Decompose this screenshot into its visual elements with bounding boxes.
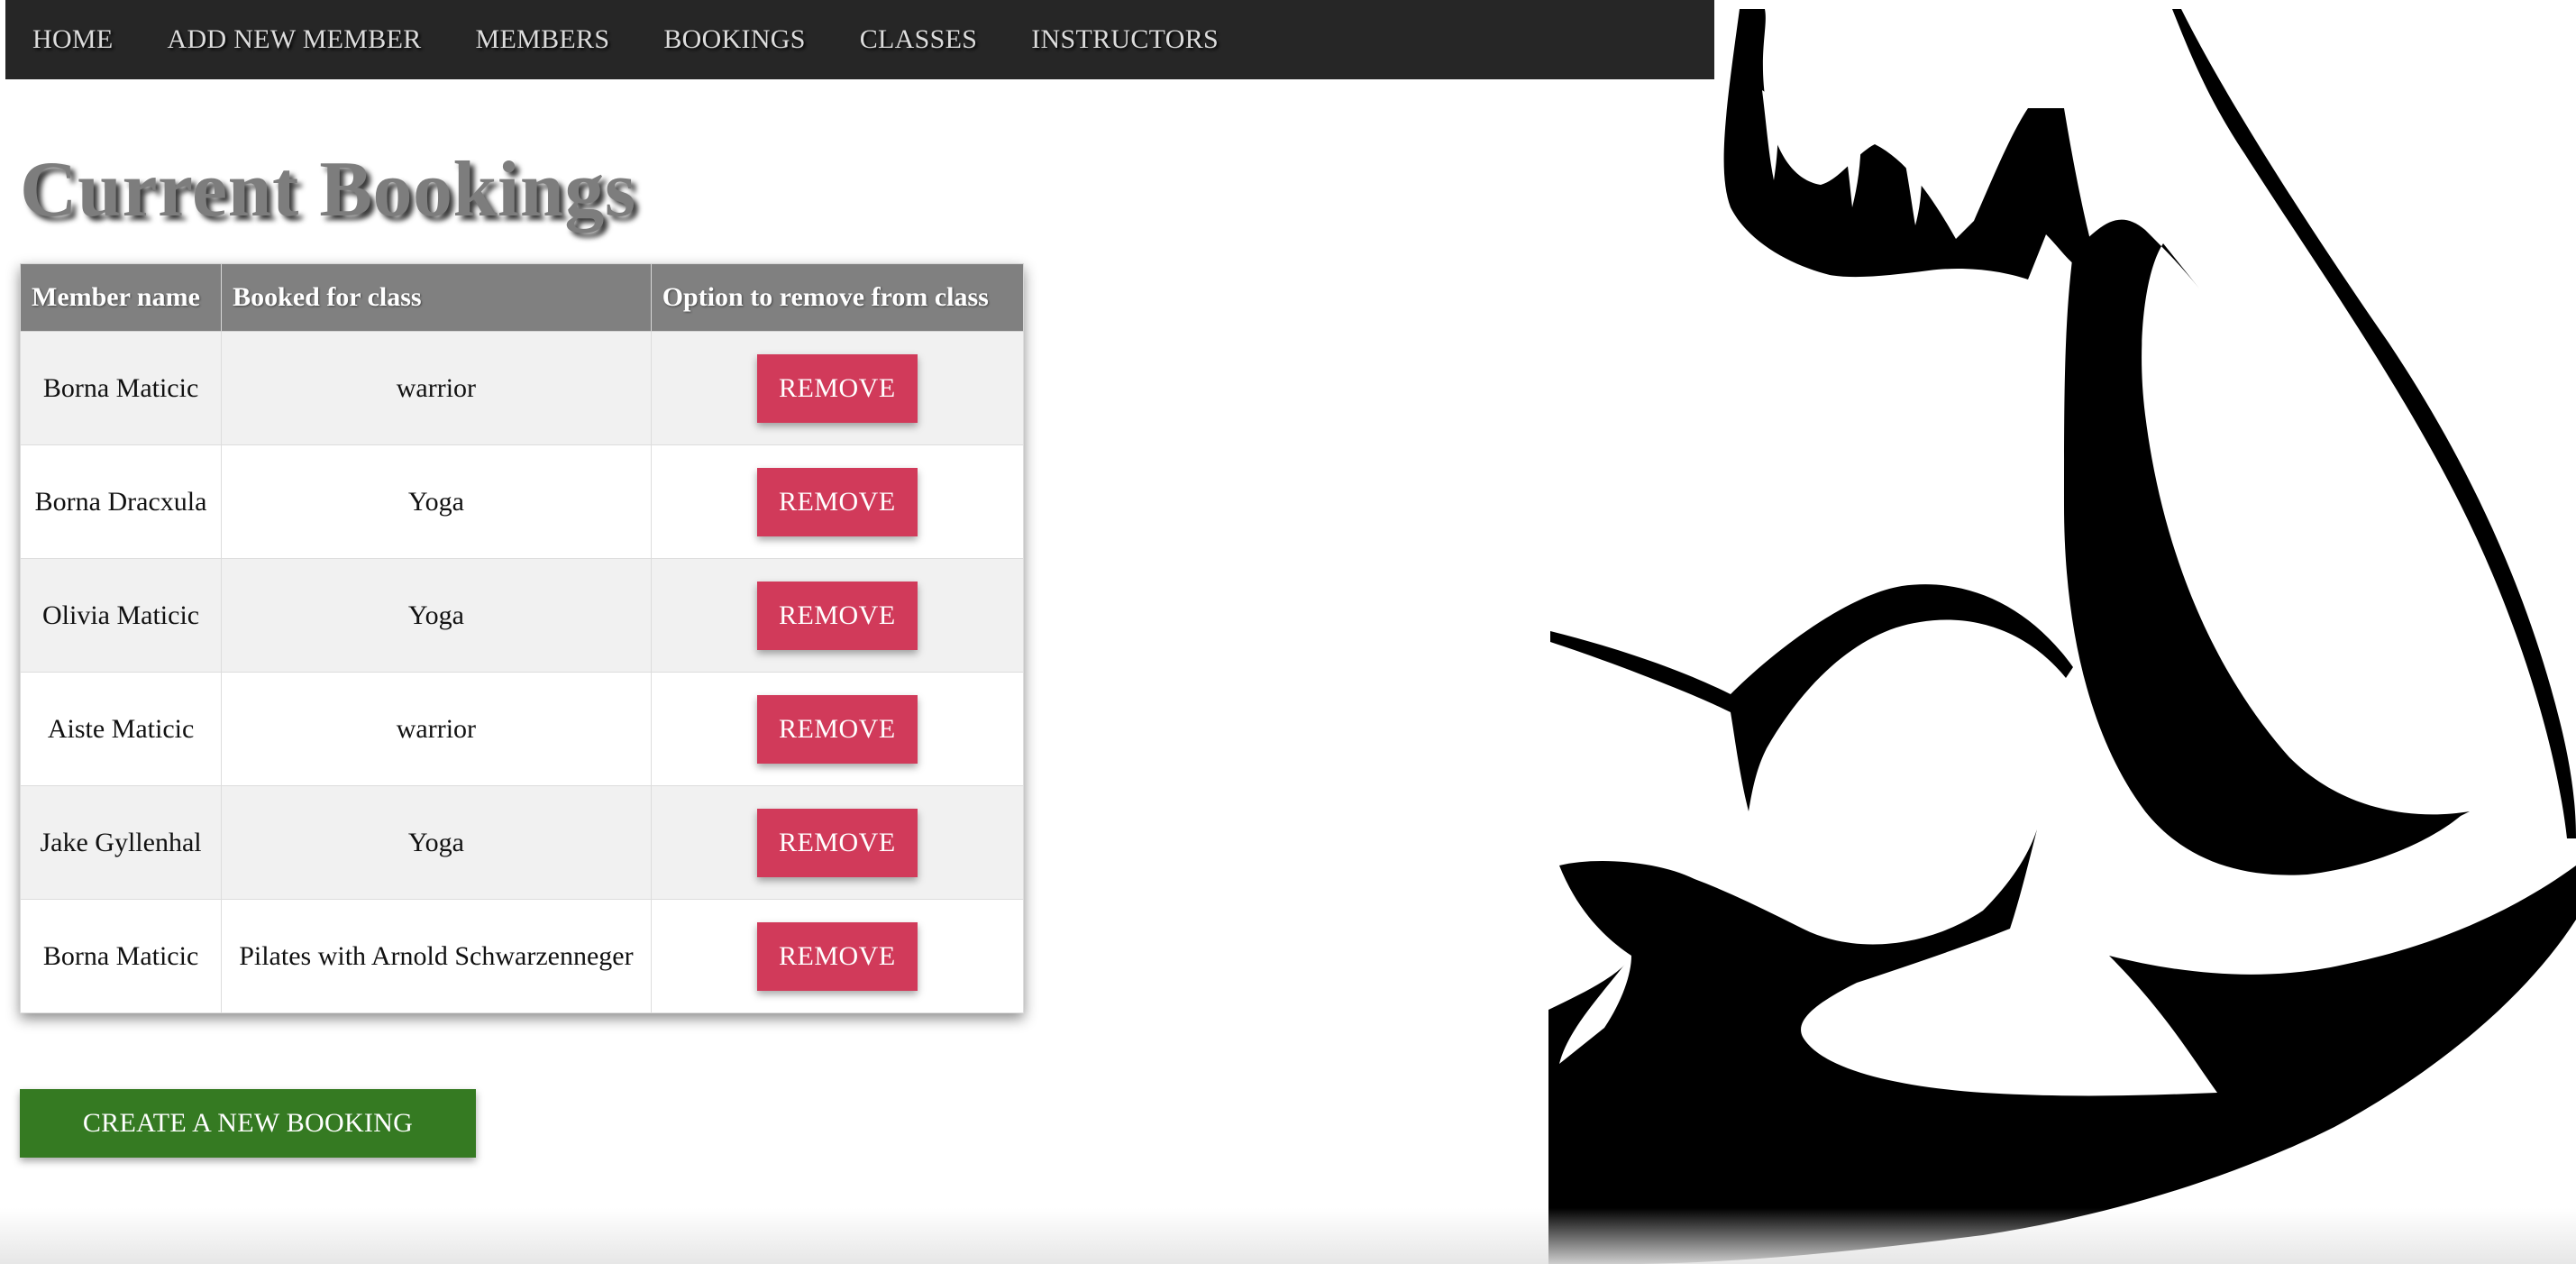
- flexed-bicep-illustration: [1548, 9, 2576, 1264]
- page-title: Current Bookings: [20, 146, 636, 234]
- column-header-booked-class: Booked for class: [221, 263, 652, 332]
- remove-button[interactable]: REMOVE: [756, 694, 918, 764]
- booked-class-cell: Yoga: [221, 785, 652, 900]
- table-row: Borna Dracxula Yoga REMOVE: [19, 444, 1025, 559]
- table-row: Olivia Maticic Yoga REMOVE: [19, 558, 1025, 673]
- bottom-fade: [0, 1208, 2576, 1264]
- remove-button[interactable]: REMOVE: [756, 353, 918, 423]
- nav-item-bookings[interactable]: BOOKINGS: [663, 24, 805, 55]
- action-cell: REMOVE: [650, 444, 1025, 559]
- top-navigation-bar: HOME ADD NEW MEMBER MEMBERS BOOKINGS CLA…: [5, 0, 1714, 79]
- booked-class-cell: Yoga: [221, 558, 652, 673]
- booked-class-cell: warrior: [221, 672, 652, 786]
- remove-button[interactable]: REMOVE: [756, 467, 918, 536]
- booked-class-cell: Yoga: [221, 444, 652, 559]
- nav-item-add-new-member[interactable]: ADD NEW MEMBER: [168, 24, 422, 55]
- table-header-row: Member name Booked for class Option to r…: [19, 263, 1025, 332]
- member-name-cell: Borna Maticic: [19, 331, 223, 445]
- page-root: HOME ADD NEW MEMBER MEMBERS BOOKINGS CLA…: [0, 0, 2576, 1264]
- remove-button[interactable]: REMOVE: [756, 808, 918, 877]
- member-name-cell: Aiste Maticic: [19, 672, 223, 786]
- table-row: Borna Maticic Pilates with Arnold Schwar…: [19, 899, 1025, 1013]
- nav-item-members[interactable]: MEMBERS: [476, 24, 610, 55]
- member-name-cell: Borna Maticic: [19, 899, 223, 1013]
- action-cell: REMOVE: [650, 785, 1025, 900]
- table-row: Aiste Maticic warrior REMOVE: [19, 672, 1025, 786]
- remove-button[interactable]: REMOVE: [756, 921, 918, 991]
- bookings-table: Member name Booked for class Option to r…: [19, 263, 1025, 1013]
- bicep-curve: [1550, 584, 2073, 811]
- table-row: Borna Maticic warrior REMOVE: [19, 331, 1025, 445]
- action-cell: REMOVE: [650, 558, 1025, 673]
- member-name-cell: Olivia Maticic: [19, 558, 223, 673]
- nav-item-home[interactable]: HOME: [32, 24, 114, 55]
- create-new-booking-button[interactable]: CREATE A NEW BOOKING: [20, 1089, 476, 1158]
- member-name-cell: Borna Dracxula: [19, 444, 223, 559]
- nav-item-classes[interactable]: CLASSES: [860, 24, 977, 55]
- booked-class-cell: warrior: [221, 331, 652, 445]
- forearm-shape: [2064, 219, 2470, 875]
- action-cell: REMOVE: [650, 672, 1025, 786]
- column-header-member-name: Member name: [19, 263, 223, 332]
- booked-class-cell: Pilates with Arnold Schwarzenneger: [221, 899, 652, 1013]
- action-cell: REMOVE: [650, 331, 1025, 445]
- table-row: Jake Gyllenhal Yoga REMOVE: [19, 785, 1025, 900]
- column-header-remove-option: Option to remove from class: [650, 263, 1025, 332]
- member-name-cell: Jake Gyllenhal: [19, 785, 223, 900]
- action-cell: REMOVE: [650, 899, 1025, 1013]
- nav-item-instructors[interactable]: INSTRUCTORS: [1031, 24, 1219, 55]
- remove-button[interactable]: REMOVE: [756, 581, 918, 650]
- lower-arm-shape: [1548, 829, 2576, 1264]
